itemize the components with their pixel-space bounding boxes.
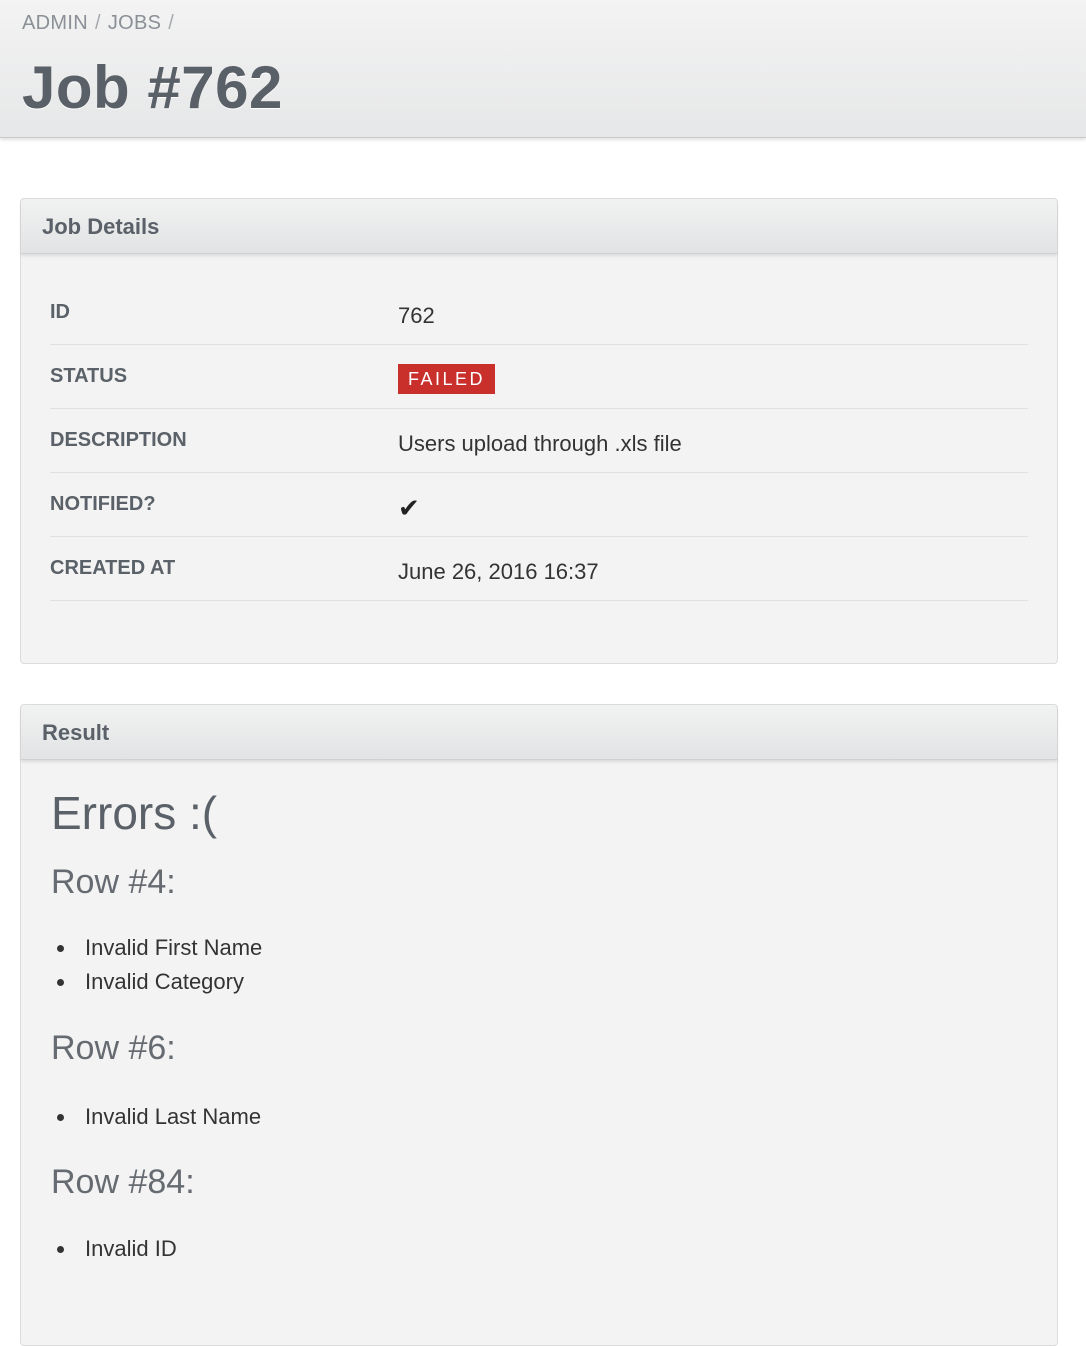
status-badge: FAILED <box>398 364 496 394</box>
error-list: Invalid ID <box>51 1232 1031 1266</box>
bullet-icon <box>57 1246 64 1253</box>
error-list: Invalid First Name Invalid Category <box>51 931 1031 999</box>
attributes-table: ID 762 STATUS FAILED DESCRIPTION Users u… <box>50 281 1028 601</box>
attribute-value: 762 <box>398 303 435 328</box>
error-item: Invalid ID <box>51 1232 1031 1266</box>
error-group-title: Row #4: <box>51 863 176 901</box>
breadcrumb-separator: / <box>168 12 175 34</box>
attribute-value: Users upload through .xls file <box>398 431 682 456</box>
bullet-icon <box>57 945 64 952</box>
attribute-row-status: STATUS FAILED <box>50 345 1028 409</box>
error-item: Invalid Category <box>51 965 1031 999</box>
error-text: Invalid ID <box>85 1236 177 1261</box>
error-group: Row #84: Invalid ID <box>51 1162 1031 1266</box>
error-item: Invalid Last Name <box>51 1100 1031 1134</box>
errors-title: Errors :( <box>51 787 218 839</box>
attribute-label: CREATED AT <box>50 557 176 579</box>
result-body: Errors :( Row #4: Invalid First Name Inv… <box>51 785 1031 1266</box>
error-list: Invalid Last Name <box>51 1100 1031 1134</box>
attribute-label: ID <box>50 301 70 323</box>
error-group-title: Row #84: <box>51 1163 195 1201</box>
breadcrumb-link-admin[interactable]: ADMIN <box>22 12 88 34</box>
panel-title: Result <box>42 720 110 745</box>
checkmark-icon: ✔ <box>398 493 420 523</box>
attribute-value: FAILED <box>398 364 496 397</box>
result-panel: Result Errors :( Row #4: Invalid First N… <box>20 704 1058 1346</box>
error-item: Invalid First Name <box>51 931 1031 965</box>
attribute-value: ✔ <box>398 495 420 523</box>
attribute-row-created-at: CREATED AT June 26, 2016 16:37 <box>50 537 1028 601</box>
bullet-icon <box>57 1114 64 1121</box>
panel-title: Job Details <box>42 214 160 239</box>
error-group-title: Row #6: <box>51 1029 176 1067</box>
attribute-row-notified: NOTIFIED? ✔ <box>50 473 1028 537</box>
page-title: Job #762 <box>22 54 283 121</box>
panel-heading: Job Details <box>21 199 1057 254</box>
error-group: Row #6: Invalid Last Name <box>51 1028 1031 1134</box>
error-text: Invalid First Name <box>85 935 263 960</box>
panel-heading: Result <box>21 705 1057 760</box>
attribute-label: NOTIFIED? <box>50 493 156 515</box>
breadcrumb-link-jobs[interactable]: JOBS <box>108 12 161 34</box>
job-details-panel: Job Details ID 762 STATUS FAILED DESCRIP… <box>20 198 1058 664</box>
attribute-row-id: ID 762 <box>50 281 1028 345</box>
error-text: Invalid Category <box>85 969 244 994</box>
attribute-row-description: DESCRIPTION Users upload through .xls fi… <box>50 409 1028 473</box>
bullet-icon <box>57 979 64 986</box>
breadcrumb: ADMIN / JOBS / <box>22 12 181 35</box>
attribute-value: June 26, 2016 16:37 <box>398 559 599 584</box>
attribute-label: DESCRIPTION <box>50 429 187 451</box>
attribute-label: STATUS <box>50 365 128 387</box>
breadcrumb-separator: / <box>94 12 101 34</box>
error-text: Invalid Last Name <box>85 1104 262 1129</box>
error-group: Row #4: Invalid First Name Invalid Categ… <box>51 862 1031 999</box>
page-header: ADMIN / JOBS / Job #762 <box>0 0 1086 138</box>
